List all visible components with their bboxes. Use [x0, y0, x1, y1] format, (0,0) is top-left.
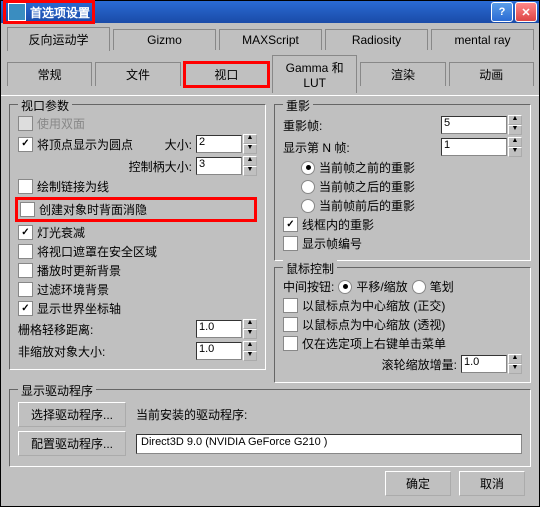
spinner-vert-size[interactable]: 2▲▼ [196, 134, 257, 154]
tab-viewport[interactable]: 视口 [184, 62, 269, 87]
spinner-ghost-frames[interactable]: 5▲▼ [441, 115, 522, 135]
tab-anim[interactable]: 动画 [449, 62, 534, 86]
cb-ghost-shownum[interactable] [283, 236, 298, 251]
tab-mentalray[interactable]: mental ray [431, 29, 534, 50]
tab-files[interactable]: 文件 [95, 62, 180, 86]
spinner-handle-size[interactable]: 3▲▼ [196, 156, 257, 176]
rb-ghost-before[interactable] [301, 161, 315, 175]
cb-update-bg[interactable] [18, 263, 33, 278]
cancel-button[interactable]: 取消 [459, 471, 525, 496]
help-button[interactable]: ? [491, 2, 513, 22]
config-driver-button[interactable]: 配置驱动程序... [18, 431, 126, 456]
cb-draw-links[interactable] [18, 179, 33, 194]
tab-maxscript[interactable]: MAXScript [219, 29, 322, 50]
group-ghost: 重影帧: 5▲▼ 显示第 N 帧: 1▲▼ 当前帧之前的重影 当前帧之后的重影 … [274, 104, 531, 261]
cb-backface[interactable] [20, 202, 35, 217]
cb-ghost-wire[interactable] [283, 217, 298, 232]
cb-use-double [18, 116, 33, 131]
app-icon [8, 3, 26, 21]
cb-center-ortho[interactable] [283, 298, 298, 313]
cb-world-axis[interactable] [18, 301, 33, 316]
rb-mid-pan[interactable] [338, 280, 352, 294]
cb-vert-dots[interactable] [18, 137, 33, 152]
spinner-grid-dist[interactable]: 1.0▲▼ [196, 319, 257, 339]
rb-ghost-both[interactable] [301, 199, 315, 213]
cb-rmb-menu[interactable] [283, 336, 298, 351]
tab-gizmo[interactable]: Gizmo [113, 29, 216, 50]
spinner-wheel[interactable]: 1.0▲▼ [461, 354, 522, 374]
rb-ghost-after[interactable] [301, 180, 315, 194]
cb-light-atten[interactable] [18, 225, 33, 240]
choose-driver-button[interactable]: 选择驱动程序... [18, 402, 126, 427]
preferences-window: 首选项设置 ? ✕ 反向运动学 Gizmo MAXScript Radiosit… [0, 0, 540, 507]
titlebar: 首选项设置 ? ✕ [1, 1, 539, 23]
tab-general[interactable]: 常规 [7, 62, 92, 86]
close-button[interactable]: ✕ [515, 2, 537, 22]
cb-filter-bg[interactable] [18, 282, 33, 297]
spinner-nonscale[interactable]: 1.0▲▼ [196, 341, 257, 361]
rb-mid-stroke[interactable] [412, 280, 426, 294]
group-driver: 选择驱动程序... 当前安装的驱动程序: 配置驱动程序... Direct3D … [9, 389, 531, 467]
current-driver-field: Direct3D 9.0 (NVIDIA GeForce G210 ) [136, 434, 522, 454]
cb-center-persp[interactable] [283, 317, 298, 332]
ok-button[interactable]: 确定 [385, 471, 451, 496]
group-mouse: 中间按钮: 平移/缩放 笔划 以鼠标点为中心缩放 (正交) 以鼠标点为中心缩放 … [274, 267, 531, 383]
spinner-ghost-nth[interactable]: 1▲▼ [441, 137, 522, 157]
tab-radiosity[interactable]: Radiosity [325, 29, 428, 50]
tab-render[interactable]: 渲染 [360, 62, 445, 86]
tab-gamma[interactable]: Gamma 和 LUT [272, 55, 357, 93]
group-viewport-params: 使用双面 将顶点显示为圆点大小: 2▲▼ 控制柄大小: 3▲▼ 绘制链接为线 创… [9, 104, 266, 370]
tabs: 反向运动学 Gizmo MAXScript Radiosity mental r… [1, 23, 539, 95]
tab-ik[interactable]: 反向运动学 [7, 27, 110, 51]
cb-safe-mask[interactable] [18, 244, 33, 259]
window-title: 首选项设置 [30, 4, 90, 21]
